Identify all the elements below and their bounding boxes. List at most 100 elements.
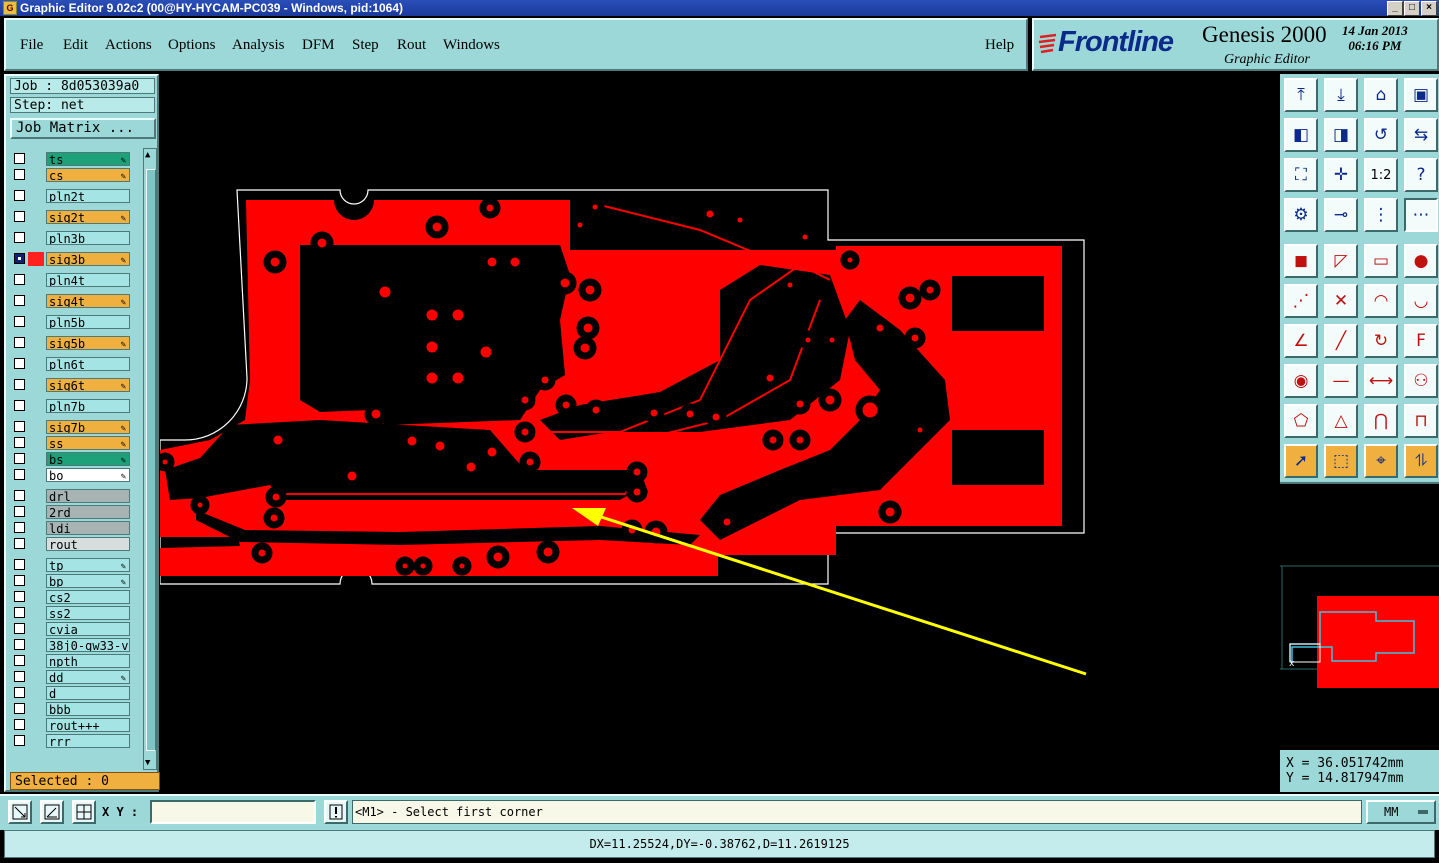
layer-row[interactable]: pln7b bbox=[8, 399, 132, 413]
fit-icon[interactable]: ⛶ bbox=[1284, 158, 1318, 192]
layer-row[interactable]: 38j0-gw33-v bbox=[8, 638, 132, 652]
layer-checkbox[interactable] bbox=[14, 400, 25, 411]
fill-icon[interactable]: ● bbox=[1404, 244, 1438, 278]
select-icon[interactable]: ➚ bbox=[1284, 444, 1318, 478]
menu-help[interactable]: Help bbox=[985, 37, 1014, 54]
route-icon[interactable]: ⥮ bbox=[1404, 444, 1438, 478]
layer-row[interactable]: cs2 bbox=[8, 590, 132, 604]
menu-rout[interactable]: Rout bbox=[397, 37, 426, 54]
layer-name[interactable]: 38j0-gw33-v bbox=[46, 638, 130, 652]
layer-name[interactable]: cs2 bbox=[46, 590, 130, 604]
cross-icon[interactable]: ✕ bbox=[1324, 284, 1358, 318]
layer-row[interactable]: rout+++ bbox=[8, 718, 132, 732]
menu-dfm[interactable]: DFM bbox=[302, 37, 335, 54]
layer-checkbox[interactable] bbox=[14, 538, 25, 549]
layer-checkbox[interactable] bbox=[14, 358, 25, 369]
layer-row[interactable]: cvia bbox=[8, 622, 132, 636]
layer-row[interactable]: cs ✎ bbox=[8, 168, 132, 182]
layer-row[interactable]: pln2t bbox=[8, 189, 132, 203]
maximize-button[interactable]: □ bbox=[1404, 1, 1420, 16]
layer-row[interactable]: bo ✎ bbox=[8, 468, 132, 482]
layer-row[interactable]: rrr bbox=[8, 734, 132, 748]
layer-name[interactable]: 2rd bbox=[46, 505, 130, 519]
layer-name[interactable]: rout+++ bbox=[46, 718, 130, 732]
layer-row[interactable]: bbb bbox=[8, 702, 132, 716]
move-right-icon[interactable]: ◨ bbox=[1324, 118, 1358, 152]
help-icon[interactable]: ? bbox=[1404, 158, 1438, 192]
layer-name[interactable]: pln6t bbox=[46, 357, 130, 371]
layer-row[interactable]: pln3b bbox=[8, 231, 132, 245]
layer-row[interactable]: npth bbox=[8, 654, 132, 668]
layer-name[interactable]: pln3b bbox=[46, 231, 130, 245]
overview-map[interactable]: x bbox=[1280, 482, 1439, 752]
layer-name[interactable]: pln2t bbox=[46, 189, 130, 203]
layer-name[interactable]: bs ✎ bbox=[46, 452, 130, 466]
minimize-button[interactable]: _ bbox=[1387, 1, 1403, 16]
measure-icon[interactable]: ⊸ bbox=[1324, 198, 1358, 232]
open-job-icon[interactable]: ⤒ bbox=[1284, 78, 1318, 112]
layer-checkbox[interactable] bbox=[14, 274, 25, 285]
layer-name[interactable]: sig5b ✎ bbox=[46, 336, 130, 350]
layer-checkbox[interactable] bbox=[14, 232, 25, 243]
ruler-icon[interactable]: ▭ bbox=[1364, 244, 1398, 278]
layer-checkbox[interactable] bbox=[14, 453, 25, 464]
layer-name[interactable]: ts ✎ bbox=[46, 152, 130, 166]
layer-name[interactable]: sig3b ✎ bbox=[46, 252, 130, 266]
layer-row[interactable]: ss2 bbox=[8, 606, 132, 620]
layer-name[interactable]: dd ✎ bbox=[46, 670, 130, 684]
xy-input[interactable] bbox=[150, 800, 316, 824]
alert-icon[interactable] bbox=[324, 800, 348, 824]
layer-row[interactable]: ss ✎ bbox=[8, 436, 132, 450]
menu-step[interactable]: Step bbox=[352, 37, 379, 54]
layer-name[interactable]: npth bbox=[46, 654, 130, 668]
layer-row[interactable]: tp ✎ bbox=[8, 558, 132, 572]
menu-edit[interactable]: Edit bbox=[63, 37, 88, 54]
layer-row[interactable]: d bbox=[8, 686, 132, 700]
layer-row[interactable]: sig2t ✎ bbox=[8, 210, 132, 224]
layer-checkbox[interactable] bbox=[14, 687, 25, 698]
rotate-icon[interactable]: ↺ bbox=[1364, 118, 1398, 152]
menu-file[interactable]: File bbox=[20, 37, 43, 54]
layer-row[interactable]: ts ✎ bbox=[8, 152, 132, 166]
mirror-icon[interactable]: ⇆ bbox=[1404, 118, 1438, 152]
connect-icon[interactable]: ⋰ bbox=[1284, 284, 1318, 318]
layer-name[interactable]: sig6t ✎ bbox=[46, 378, 130, 392]
layer-checkbox[interactable] bbox=[14, 437, 25, 448]
layer-name[interactable]: sig2t ✎ bbox=[46, 210, 130, 224]
layer-name[interactable]: pln4t bbox=[46, 273, 130, 287]
arc-icon[interactable]: ◠ bbox=[1364, 284, 1398, 318]
layer-name[interactable]: rrr bbox=[46, 734, 130, 748]
layer-checkbox[interactable] bbox=[14, 623, 25, 634]
layer-checkbox[interactable] bbox=[14, 522, 25, 533]
layer-checkbox[interactable] bbox=[14, 253, 25, 264]
snap-grid-icon[interactable]: ⋮ bbox=[1364, 198, 1398, 232]
node-icon[interactable]: ◉ bbox=[1284, 364, 1318, 398]
layer-name[interactable]: cs ✎ bbox=[46, 168, 130, 182]
layer-name[interactable]: sig7b ✎ bbox=[46, 420, 130, 434]
layer-row[interactable]: sig3b ✎ bbox=[8, 252, 132, 266]
layer-name[interactable]: ldi bbox=[46, 521, 130, 535]
scroll-up-icon[interactable]: ▲ bbox=[145, 150, 150, 160]
layer-checkbox[interactable] bbox=[14, 153, 25, 164]
layer-name[interactable]: ss2 bbox=[46, 606, 130, 620]
layer-row[interactable]: drl bbox=[8, 489, 132, 503]
menu-windows[interactable]: Windows bbox=[443, 37, 500, 54]
angle-icon[interactable]: ∠ bbox=[1284, 324, 1318, 358]
layer-name[interactable]: rout bbox=[46, 537, 130, 551]
layer-scrollbar[interactable]: ▲ ▼ bbox=[143, 148, 157, 770]
layer-row[interactable]: pln4t bbox=[8, 273, 132, 287]
layer-checkbox[interactable] bbox=[14, 169, 25, 180]
layer-row[interactable]: sig7b ✎ bbox=[8, 420, 132, 434]
layer-row[interactable]: pln5b bbox=[8, 315, 132, 329]
menu-actions[interactable]: Actions bbox=[105, 37, 152, 54]
layer-name[interactable]: d bbox=[46, 686, 130, 700]
text-icon[interactable]: F bbox=[1404, 324, 1438, 358]
layer-checkbox[interactable] bbox=[14, 469, 25, 480]
grid-icon[interactable] bbox=[72, 800, 96, 824]
select-net-icon[interactable]: ⌖ bbox=[1364, 444, 1398, 478]
layer-name[interactable]: sig4t ✎ bbox=[46, 294, 130, 308]
layer-checkbox[interactable] bbox=[14, 591, 25, 602]
snap-pad-icon[interactable]: ⋯ bbox=[1404, 198, 1438, 232]
arc-cw-icon[interactable]: ◡ bbox=[1404, 284, 1438, 318]
layer-checkbox[interactable] bbox=[14, 671, 25, 682]
